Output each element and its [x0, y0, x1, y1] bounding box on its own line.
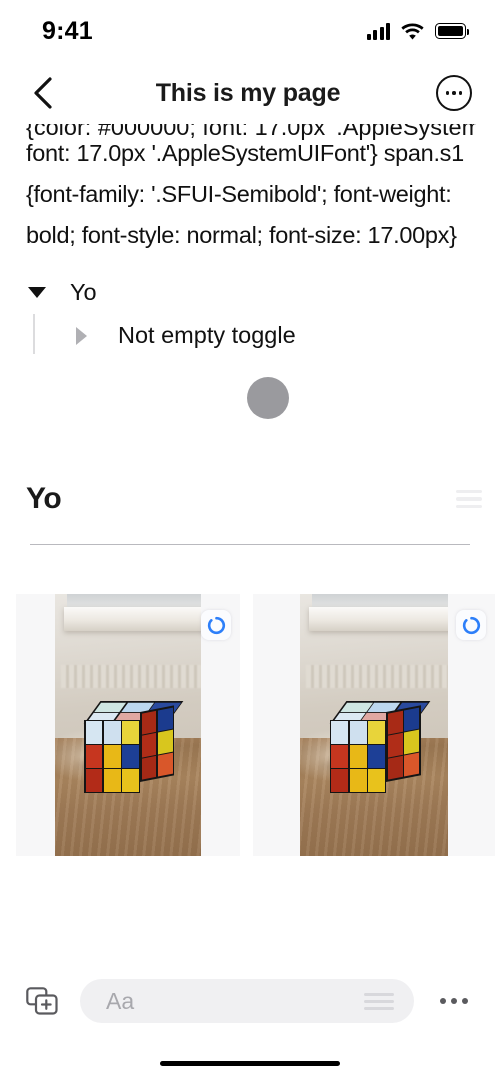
dot	[440, 998, 446, 1004]
page-content[interactable]: {color: #000000; font: 17.0px '.AppleSys…	[0, 124, 500, 960]
add-card-icon	[26, 987, 58, 1015]
list-lines-icon[interactable]	[364, 992, 394, 1010]
loading-ring-icon[interactable]	[201, 610, 231, 640]
toolbar-more-button[interactable]	[432, 981, 476, 1021]
toggle-block-yo[interactable]: Yo	[26, 279, 97, 306]
battery-icon	[435, 23, 469, 39]
input-placeholder: Aa	[106, 987, 135, 1014]
section-heading-row: Yo	[0, 474, 500, 524]
status-bar: 9:41	[0, 0, 500, 62]
loading-ring-glyph	[462, 616, 480, 634]
css-code-paragraph: font: 17.0px '.AppleSystemUIFont'} span.…	[26, 140, 464, 248]
loading-ring-icon[interactable]	[456, 610, 486, 640]
phone-screen: 9:41 This is my page {color: #000000; fo…	[0, 0, 500, 1080]
toggle-label: Not empty toggle	[118, 322, 296, 348]
cellular-signal-icon	[366, 22, 390, 40]
status-time: 9:41	[42, 16, 93, 45]
section-heading: Yo	[26, 482, 62, 515]
chevron-left-icon	[34, 77, 52, 109]
add-card-button[interactable]	[22, 981, 62, 1021]
status-icons	[366, 22, 469, 40]
image-card[interactable]	[253, 594, 495, 856]
dot	[452, 91, 456, 95]
triangle-down-icon[interactable]	[26, 287, 48, 298]
more-options-button[interactable]	[436, 75, 472, 111]
back-button[interactable]	[26, 76, 60, 110]
bottom-toolbar: Aa	[0, 972, 500, 1030]
text-input-field[interactable]: Aa	[80, 979, 414, 1023]
dot	[451, 998, 457, 1004]
home-indicator[interactable]	[160, 1060, 340, 1066]
page-title: This is my page	[155, 78, 341, 107]
toggle-label: Yo	[70, 279, 97, 305]
wifi-icon	[401, 23, 424, 39]
cube-photo	[55, 594, 201, 856]
dot	[462, 998, 468, 1004]
image-card-list[interactable]	[16, 594, 495, 856]
toggle-block-not-empty[interactable]: Not empty toggle	[26, 322, 296, 349]
list-lines-icon[interactable]	[456, 489, 482, 509]
cube-photo	[300, 594, 448, 856]
navigation-bar: This is my page	[0, 62, 500, 124]
gray-circle-block[interactable]	[247, 377, 289, 419]
dot	[458, 91, 463, 95]
divider	[30, 544, 470, 546]
triangle-right-icon[interactable]	[70, 326, 92, 345]
dot	[445, 91, 450, 95]
image-card[interactable]	[16, 594, 240, 856]
loading-ring-glyph	[207, 616, 225, 634]
